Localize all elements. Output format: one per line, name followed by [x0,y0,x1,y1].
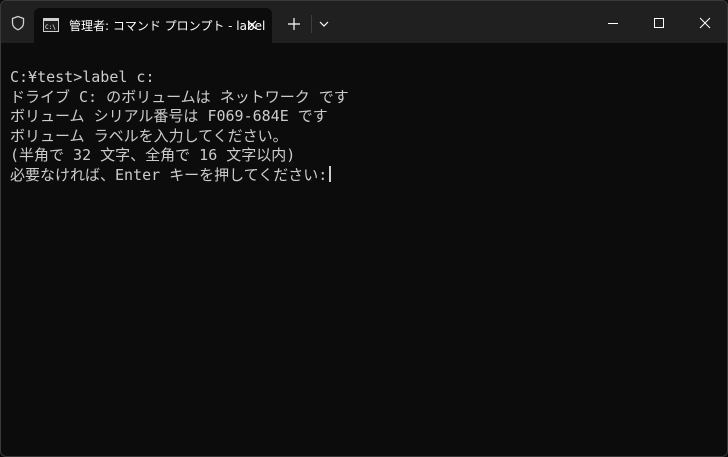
terminal-window: C:\ 管理者: コマンド プロンプト - label C:¥test>labe… [0,0,728,457]
terminal-line: ボリューム シリアル番号は F069-684E です [10,107,328,125]
text-cursor [329,165,332,182]
terminal-line: ドライブ C: のボリュームは ネットワーク です [10,87,349,106]
terminal-line: C:¥test>label c: [10,68,155,86]
cmd-icon: C:\ [43,18,59,32]
minimize-icon[interactable] [605,15,621,31]
close-icon[interactable] [245,18,259,32]
divider [311,15,312,33]
plus-icon[interactable] [285,15,303,33]
chevron-down-icon[interactable] [316,17,332,31]
terminal-prompt-text: 必要なければ、Enter キーを押してください: [10,165,328,184]
maximize-icon[interactable] [651,15,667,31]
svg-text:C:\: C:\ [45,24,56,31]
tab-command-prompt[interactable]: C:\ 管理者: コマンド プロンプト - label [34,8,272,43]
close-icon[interactable] [697,15,713,31]
title-bar[interactable]: C:\ 管理者: コマンド プロンプト - label [1,1,727,43]
tab-title: 管理者: コマンド プロンプト - label [69,19,266,33]
terminal-output[interactable]: C:¥test>label c: ドライブ C: のボリュームは ネットワーク … [10,68,349,185]
shield-icon [11,15,25,31]
terminal-prompt-line: 必要なければ、Enter キーを押してください: [10,165,349,186]
terminal-line: ボリューム ラベルを入力してください。 [10,126,288,145]
terminal-line: (半角で 32 文字、全角で 16 文字以内) [10,146,296,164]
